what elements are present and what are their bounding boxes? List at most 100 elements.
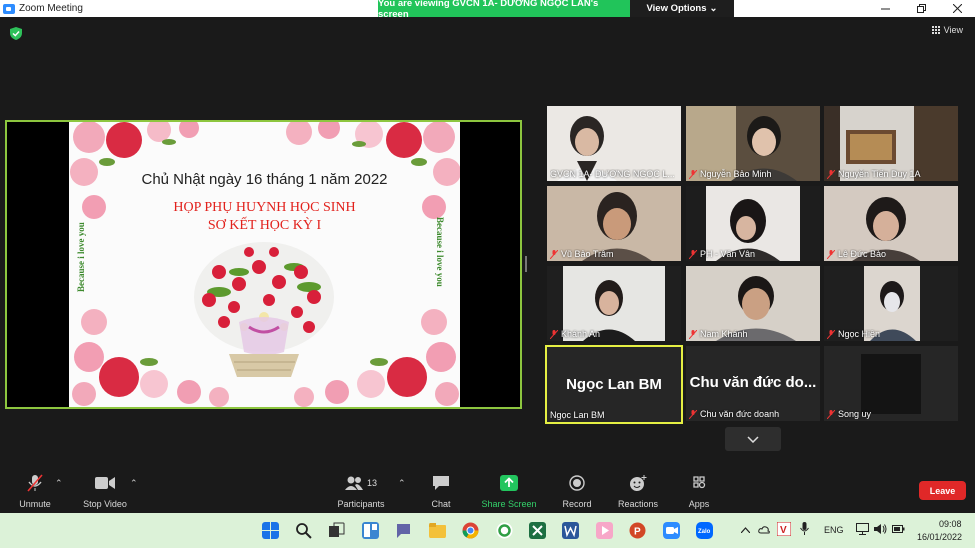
close-button[interactable]	[940, 0, 974, 17]
svg-text:P: P	[634, 527, 641, 538]
share-screen-icon	[500, 475, 518, 491]
windows-start-icon[interactable]	[262, 522, 279, 539]
microphone-tray-icon[interactable]	[800, 522, 809, 536]
video-tile[interactable]: Chu văn đức do... Chu văn đức doanh	[686, 346, 820, 421]
battery-icon[interactable]	[892, 524, 905, 534]
video-tile[interactable]: GVCN 1A- DƯƠNG NGỌC L...	[547, 106, 681, 181]
participant-name: Chu văn đức doanh	[689, 409, 779, 419]
input-language[interactable]: ENG	[824, 525, 844, 535]
shared-screen: Chủ Nhật ngày 16 tháng 1 năm 2022 HỌP PH…	[5, 120, 522, 409]
video-tile[interactable]: Nguyễn Tiến Duy 1A	[824, 106, 958, 181]
network-icon[interactable]	[856, 523, 869, 535]
vietkey-v-icon[interactable]: V	[777, 522, 791, 536]
onedrive-cloud-icon[interactable]	[758, 525, 770, 534]
zoom-meeting-window: Zoom Meeting You are viewing GVCN 1A- DƯ…	[0, 0, 975, 548]
video-tile[interactable]: Song uy	[824, 346, 958, 421]
muted-mic-icon	[827, 249, 835, 259]
participant-video	[861, 354, 921, 414]
chat-button[interactable]: Chat	[406, 474, 476, 509]
chrome-icon[interactable]	[462, 522, 479, 539]
muted-mic-icon	[689, 409, 697, 419]
participant-name: Ngọc Hiền	[827, 329, 880, 339]
word-icon[interactable]	[562, 522, 579, 539]
participant-big-name: Ngọc Lan BM	[566, 376, 662, 393]
participant-name: Song uy	[827, 409, 871, 419]
muted-mic-icon	[550, 249, 558, 259]
video-tile[interactable]: PH - Vân Vân	[686, 186, 820, 261]
chevron-down-icon	[747, 435, 759, 443]
participants-label: Participants	[337, 499, 385, 509]
windows-taskbar: P Zalo V ENG 09:08 16/01/2022	[0, 513, 975, 548]
participant-name: Nam Khánh	[689, 329, 748, 339]
muted-mic-icon	[689, 169, 697, 179]
video-tile[interactable]: Nguyễn Bảo Minh	[686, 106, 820, 181]
video-tile[interactable]: Khánh An	[547, 266, 681, 341]
shared-slide: Chủ Nhật ngày 16 tháng 1 năm 2022 HỌP PH…	[69, 122, 460, 407]
participants-button[interactable]: 13 Participants	[326, 474, 396, 509]
maximize-button[interactable]	[904, 0, 938, 17]
video-tile[interactable]: Nam Khánh	[686, 266, 820, 341]
search-icon[interactable]	[295, 522, 312, 539]
participant-name: Lê Đức Bảo	[827, 249, 886, 259]
clock-time[interactable]: 09:08	[939, 519, 962, 529]
meeting-toolbar: Unmute ⌃ Stop Video ⌃ 13 Participants ⌃ …	[0, 468, 975, 512]
file-explorer-icon[interactable]	[429, 522, 446, 539]
apps-label: Apps	[688, 499, 710, 509]
grid-view-icon	[931, 26, 940, 34]
muted-mic-icon	[827, 409, 835, 419]
window-title: Zoom Meeting	[19, 3, 83, 14]
apps-button[interactable]: Apps	[664, 474, 734, 509]
video-tile[interactable]: Vũ Bảo Trâm	[547, 186, 681, 261]
active-speaker-tile[interactable]: Ngọc Lan BM Ngọc Lan BM	[545, 345, 683, 424]
view-label: View	[943, 25, 963, 35]
zoom-taskbar-icon[interactable]	[663, 522, 680, 539]
media-player-icon[interactable]	[596, 522, 613, 539]
restore-icon	[916, 4, 926, 13]
video-options-caret[interactable]: ⌃	[130, 478, 138, 489]
view-button[interactable]: View	[931, 25, 963, 35]
view-options-button[interactable]: View Options ⌄	[630, 0, 734, 17]
share-screen-button[interactable]: Share Screen	[474, 474, 544, 509]
reactions-button[interactable]: Reactions	[603, 474, 673, 509]
split-handle[interactable]	[525, 256, 527, 272]
volume-icon[interactable]	[874, 523, 887, 535]
slide-date: Chủ Nhật ngày 16 tháng 1 năm 2022	[141, 171, 388, 188]
close-icon	[952, 4, 962, 13]
viewing-screen-banner: You are viewing GVCN 1A- DƯƠNG NGỌC LAN'…	[378, 0, 630, 20]
minimize-button[interactable]	[868, 0, 902, 17]
encryption-shield-icon[interactable]	[10, 27, 22, 40]
show-hidden-icons-chevron-icon[interactable]	[741, 527, 750, 533]
unmute-label: Unmute	[19, 499, 51, 509]
excel-icon[interactable]	[529, 522, 546, 539]
slide-side-text-left: Because i love you	[76, 222, 86, 292]
widgets-icon[interactable]	[362, 522, 379, 539]
powerpoint-icon[interactable]: P	[629, 522, 646, 539]
video-camera-icon	[95, 477, 115, 489]
zalo-icon[interactable]: Zalo	[696, 522, 713, 539]
video-tile[interactable]: Ngọc Hiền	[824, 266, 958, 341]
muted-mic-icon	[827, 169, 835, 179]
video-tile[interactable]: Lê Đức Bảo	[824, 186, 958, 261]
participant-name: Vũ Bảo Trâm	[550, 249, 614, 259]
record-button[interactable]: Record	[542, 474, 612, 509]
leave-button[interactable]: Leave	[919, 481, 966, 500]
slide-title-line2: SƠ KẾT HỌC KỲ I	[207, 218, 322, 233]
flower-decoration	[70, 122, 460, 407]
participant-name: Nguyễn Tiến Duy 1A	[827, 169, 921, 179]
stop-video-label: Stop Video	[83, 499, 127, 509]
record-icon	[569, 475, 585, 491]
participants-options-caret[interactable]: ⌃	[398, 478, 406, 489]
gallery-next-page-button[interactable]	[725, 427, 781, 451]
audio-options-caret[interactable]: ⌃	[55, 478, 63, 489]
coccoc-browser-icon[interactable]	[496, 522, 513, 539]
reactions-smiley-icon	[630, 475, 647, 491]
view-options-label: View Options	[646, 3, 707, 14]
chevron-down-icon: ⌄	[709, 3, 718, 14]
participant-name: Nguyễn Bảo Minh	[689, 169, 772, 179]
task-view-icon[interactable]	[328, 522, 345, 539]
teams-chat-icon[interactable]	[395, 522, 412, 539]
clock-date[interactable]: 16/01/2022	[917, 532, 962, 542]
chat-icon	[433, 476, 449, 490]
participants-count: 13	[366, 478, 377, 488]
zoom-app-icon	[3, 3, 15, 14]
